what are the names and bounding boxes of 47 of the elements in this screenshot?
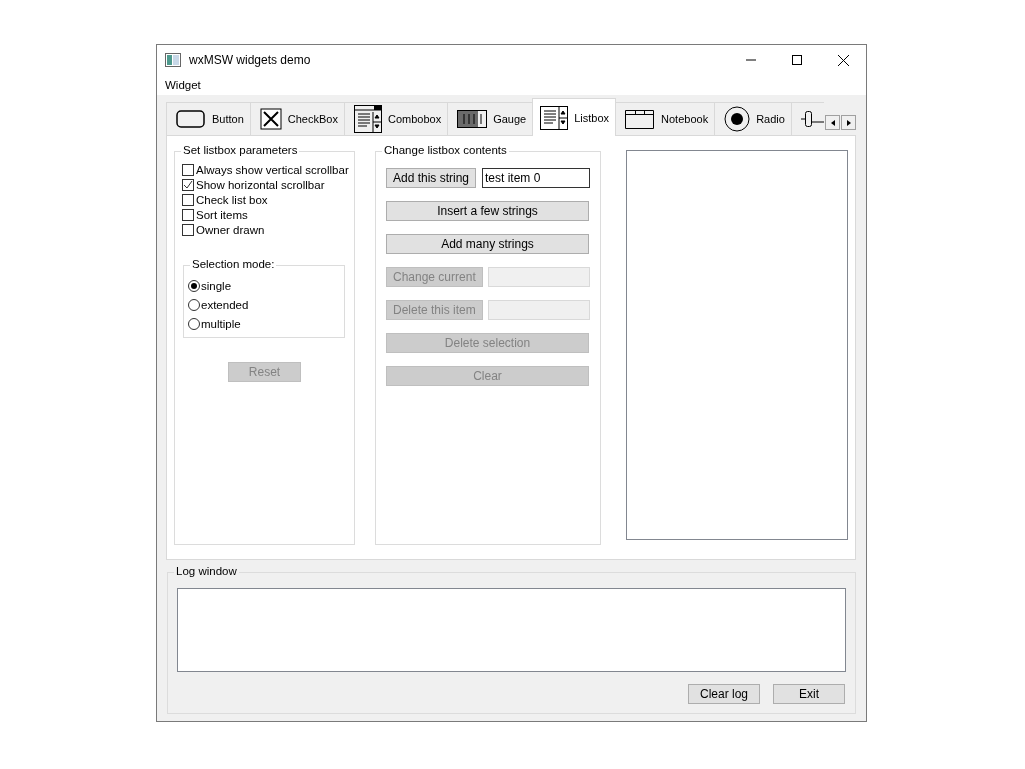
close-icon (837, 54, 849, 66)
input-field[interactable]: test item 0 (482, 168, 590, 188)
menu-item[interactable]: Widget (164, 79, 202, 91)
checkbox-label: Check list box (196, 193, 268, 206)
checkbox[interactable] (182, 223, 194, 236)
radio-label: multiple (201, 318, 241, 330)
tab[interactable]: Combobox (343, 102, 449, 136)
group-title: Change listbox contents (382, 144, 509, 156)
action-button[interactable]: Add this string (386, 168, 477, 188)
scroll-right-button[interactable] (841, 115, 856, 130)
checkbox[interactable] (182, 208, 194, 221)
checkbox[interactable] (182, 178, 194, 191)
radio-button[interactable] (188, 299, 200, 311)
radio-button[interactable] (188, 318, 200, 330)
combobox-icon (353, 105, 382, 133)
tab[interactable]: Button (166, 102, 251, 136)
action-button[interactable]: Clear log (688, 684, 760, 704)
action-button[interactable]: Insert a few strings (386, 201, 589, 221)
notebook-icon (625, 109, 656, 129)
group-title: Set listbox parameters (181, 144, 300, 156)
checkbox-label: Show horizontal scrollbar (196, 178, 325, 191)
radio-icon (724, 106, 751, 132)
group-title: Log window (174, 565, 239, 577)
slider-icon (800, 110, 824, 128)
app-icon (165, 53, 181, 67)
checkbox-label: Always show vertical scrollbar (196, 163, 349, 176)
checkbox-label: Sort items (196, 208, 248, 221)
tab[interactable]: Listbox (532, 98, 617, 136)
log-text-area[interactable] (177, 588, 846, 672)
group-title: Selection mode: (190, 258, 277, 270)
gauge-icon (457, 110, 488, 128)
radio-label: single (201, 280, 232, 292)
checkbox[interactable] (182, 163, 194, 176)
listbox-icon (540, 105, 569, 130)
radio-label: extended (201, 299, 249, 311)
checkbox[interactable] (182, 193, 194, 206)
scroll-left-button[interactable] (825, 115, 840, 130)
checkbox-icon (259, 108, 282, 130)
action-button[interactable]: Exit (773, 684, 845, 704)
action-button[interactable]: Add many strings (386, 234, 589, 254)
checkbox-label: Owner drawn (196, 223, 265, 236)
radio-button[interactable] (188, 280, 200, 292)
maximize-icon (792, 55, 802, 65)
button-icon (176, 109, 206, 129)
caret-left-icon (830, 119, 835, 126)
caret-right-icon (846, 119, 851, 126)
window-title: wxMSW widgets demo (189, 53, 312, 67)
